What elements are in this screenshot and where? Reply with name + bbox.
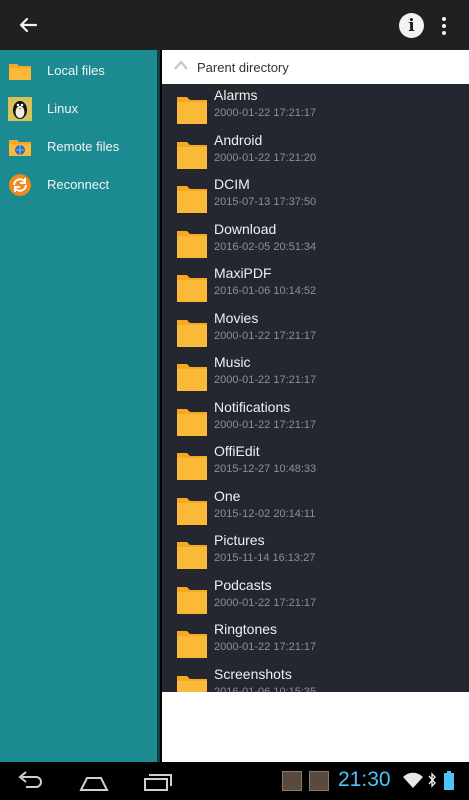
folder-icon [177, 275, 207, 302]
file-modified-date: 2000-01-22 17:21:17 [214, 641, 317, 653]
file-name: Podcasts [214, 576, 272, 593]
file-modified-date: 2015-12-02 20:14:11 [214, 507, 316, 520]
file-name: Download [214, 220, 277, 237]
wifi-icon [403, 772, 423, 788]
file-name: Alarms [214, 87, 258, 103]
sidebar-item-label: Linux [47, 101, 79, 116]
bluetooth-icon [428, 772, 436, 788]
file-row[interactable]: MaxiPDF 2016-01-06 10:14:52 [162, 262, 469, 307]
file-row[interactable]: Pictures 2015-11-14 16:13:27 [162, 529, 469, 574]
back-button[interactable] [10, 7, 46, 43]
empty-panel [162, 692, 469, 762]
file-name: MaxiPDF [214, 265, 272, 281]
file-modified-date: 2000-01-22 17:21:20 [214, 151, 317, 164]
system-navigation-bar: 21:30 [0, 762, 469, 800]
clock: 21:30 [338, 768, 391, 791]
file-name: Ringtones [214, 621, 278, 637]
info-icon: i [408, 15, 415, 36]
app-bar: i [0, 0, 469, 50]
file-modified-date: 2000-01-22 17:21:17 [214, 418, 317, 431]
folder-icon [177, 319, 207, 347]
sidebar-item-local-files[interactable]: Local files [0, 52, 157, 90]
sidebar-item-linux[interactable]: Linux [0, 90, 157, 128]
file-row[interactable]: Podcasts 2000-01-22 17:21:17 [162, 574, 469, 619]
notification-thumbnail-icon[interactable] [282, 771, 302, 791]
folder-icon [9, 64, 31, 80]
file-modified-date: 2016-01-06 10:14:52 [214, 285, 317, 297]
file-row[interactable]: OffiEdit 2015-12-27 10:48:33 [162, 440, 469, 485]
nav-home-button[interactable] [78, 768, 110, 794]
parent-directory-label: Parent directory [197, 60, 289, 75]
file-name: One [214, 487, 241, 504]
sidebar-item-remote-files[interactable]: Remote files [0, 128, 157, 166]
file-modified-date: 2000-01-22 17:21:17 [214, 329, 317, 342]
file-modified-date: 2000-01-22 17:21:17 [214, 374, 317, 386]
file-row[interactable]: Android 2000-01-22 17:21:20 [162, 129, 469, 174]
chevron-up-icon [174, 60, 188, 70]
folder-icon [177, 364, 207, 391]
file-list-panel: Parent directory Alarms 2000-01-22 17:21:… [162, 50, 469, 692]
sidebar-item-label: Local files [47, 63, 105, 78]
linux-penguin-icon [8, 97, 32, 121]
more-icon [442, 17, 446, 21]
file-name: Movies [214, 309, 259, 326]
sidebar: Local files Linux Remote files Reconnect [0, 50, 160, 762]
nav-recents-button[interactable] [141, 768, 173, 794]
folder-icon [177, 631, 207, 658]
file-modified-date: 2015-07-13 17:37:50 [214, 196, 317, 208]
notification-thumbnail-icon[interactable] [309, 771, 329, 791]
folder-icon [177, 542, 207, 569]
file-modified-date: 2000-01-22 17:21:17 [214, 107, 317, 119]
back-arrow-icon [19, 17, 37, 33]
folder-icon [177, 453, 207, 480]
file-row[interactable]: Music 2000-01-22 17:21:17 [162, 351, 469, 396]
folder-icon [177, 141, 207, 169]
file-row[interactable]: Movies 2000-01-22 17:21:17 [162, 307, 469, 352]
file-row[interactable]: Screenshots 2016-01-06 10:15:35 [162, 663, 469, 692]
file-name: Pictures [214, 532, 265, 548]
folder-icon [177, 586, 207, 614]
file-row[interactable]: Download 2016-02-05 20:51:34 [162, 218, 469, 263]
file-modified-date: 2015-12-27 10:48:33 [214, 463, 317, 475]
file-row[interactable]: Ringtones 2000-01-22 17:21:17 [162, 618, 469, 663]
sidebar-item-reconnect[interactable]: Reconnect [0, 166, 157, 204]
folder-icon [177, 97, 207, 124]
folder-icon [177, 230, 207, 258]
folder-icon [177, 186, 207, 213]
parent-directory-row[interactable]: Parent directory [162, 50, 469, 84]
file-name: Android [214, 131, 263, 148]
overflow-menu-button[interactable] [434, 12, 454, 40]
file-row[interactable]: DCIM 2015-07-13 17:37:50 [162, 173, 469, 218]
file-row[interactable]: Notifications 2000-01-22 17:21:17 [162, 396, 469, 441]
battery-icon [444, 771, 454, 790]
file-modified-date: 2000-01-22 17:21:17 [214, 596, 317, 609]
file-modified-date: 2016-02-05 20:51:34 [214, 240, 317, 253]
sidebar-item-label: Remote files [47, 139, 120, 154]
file-list: Alarms 2000-01-22 17:21:17 Android 2000-01-… [162, 84, 469, 692]
sidebar-item-label: Reconnect [47, 177, 110, 192]
file-row[interactable]: Alarms 2000-01-22 17:21:17 [162, 84, 469, 129]
folder-icon [177, 497, 207, 525]
file-row[interactable]: One 2015-12-02 20:14:11 [162, 485, 469, 530]
file-name: Music [214, 354, 251, 370]
folder-icon [177, 408, 207, 436]
remote-folder-icon [9, 140, 31, 156]
info-button[interactable]: i [399, 13, 424, 38]
folder-icon [177, 675, 207, 692]
file-name: Screenshots [214, 665, 292, 682]
nav-back-button[interactable] [16, 768, 46, 794]
file-name: DCIM [214, 176, 250, 192]
reconnect-icon [9, 174, 31, 196]
file-name: OffiEdit [214, 443, 260, 459]
file-name: Notifications [214, 398, 291, 415]
file-modified-date: 2015-11-14 16:13:27 [214, 552, 316, 564]
